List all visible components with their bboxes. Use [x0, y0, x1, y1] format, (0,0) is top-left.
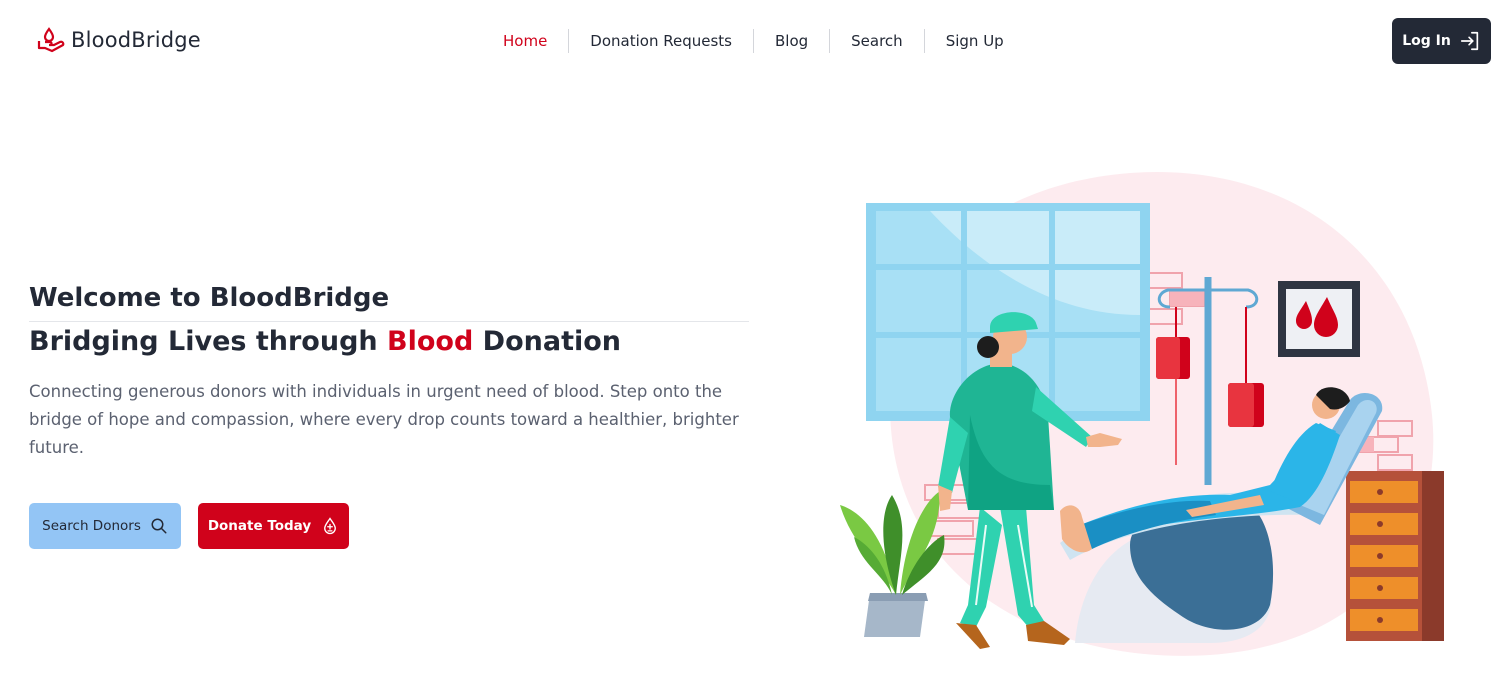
nav-blog[interactable]: Blog: [754, 28, 829, 54]
site-header: BloodBridge Home Donation Requests Blog …: [0, 0, 1508, 82]
donate-today-button[interactable]: Donate Today: [198, 503, 349, 549]
brand-name: BloodBridge: [71, 28, 201, 52]
search-icon: [151, 518, 167, 534]
hero-subtitle: Bridging Lives through Blood Donation: [29, 326, 621, 357]
nav-donation-requests[interactable]: Donation Requests: [569, 28, 753, 54]
main-nav: Home Donation Requests Blog Search Sign …: [482, 28, 1025, 54]
nav-search[interactable]: Search: [830, 28, 924, 54]
blood-donation-illustration: [840, 171, 1444, 656]
hero-subtitle-accent: Blood: [387, 326, 474, 357]
hero-subtitle-start: Bridging Lives through: [29, 326, 388, 357]
blood-hand-logo-icon: [37, 27, 65, 53]
search-donors-label: Search Donors: [42, 518, 141, 534]
hero-subtitle-end: Donation: [473, 326, 622, 357]
hero-description: Connecting generous donors with individu…: [29, 382, 739, 457]
log-in-icon: [1460, 31, 1478, 51]
nav-sign-up[interactable]: Sign Up: [925, 28, 1025, 54]
hero-divider: [29, 321, 749, 322]
search-donors-button[interactable]: Search Donors: [29, 503, 181, 549]
donate-today-label: Donate Today: [207, 518, 312, 534]
blood-drop-icon: [324, 517, 337, 535]
nav-home[interactable]: Home: [482, 28, 568, 54]
hero-title: Welcome to BloodBridge: [29, 283, 390, 313]
login-button[interactable]: Log In: [1392, 18, 1491, 64]
login-label: Log In: [1402, 33, 1451, 49]
brand-logo[interactable]: BloodBridge: [37, 26, 201, 54]
